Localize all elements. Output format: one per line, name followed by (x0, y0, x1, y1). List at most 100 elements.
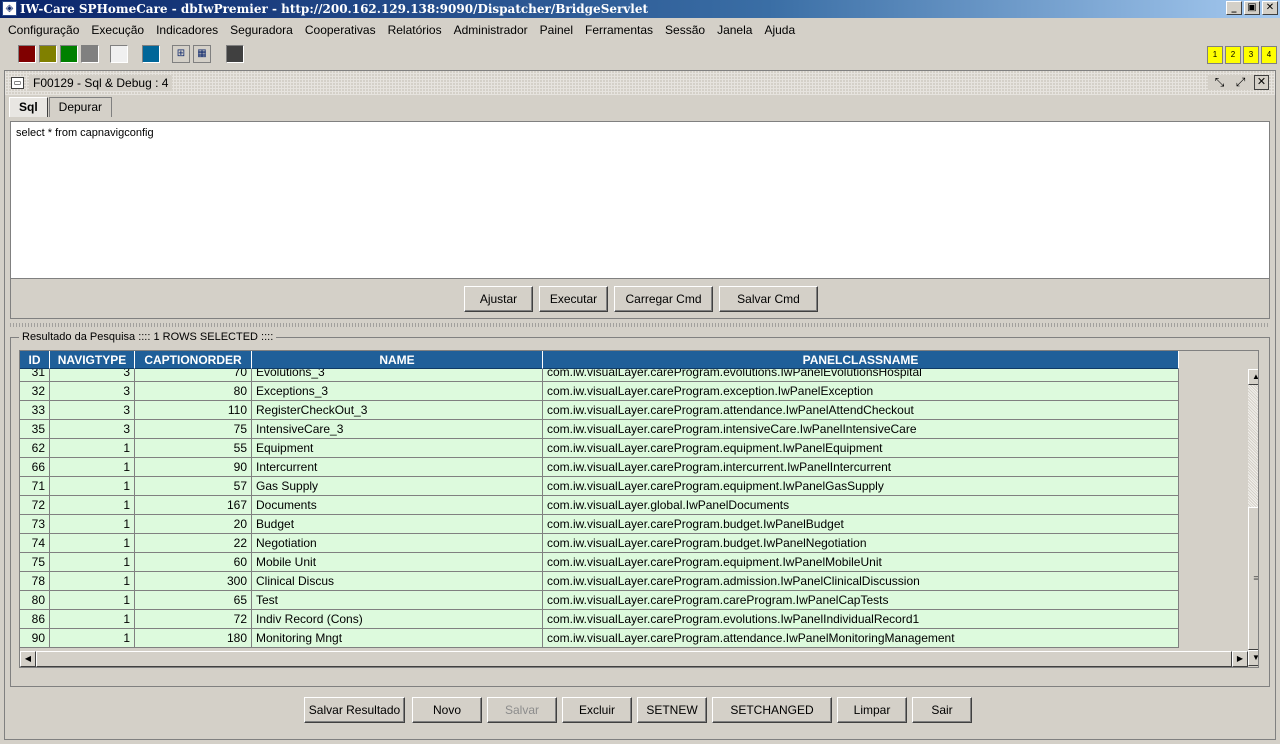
save-command-button[interactable]: Salvar Cmd (719, 286, 818, 312)
cell-captionorder[interactable]: 57 (135, 477, 252, 496)
frame-close-icon[interactable]: ✕ (1254, 75, 1269, 90)
cell-captionorder[interactable]: 180 (135, 629, 252, 648)
scroll-right-icon[interactable]: ▶ (1232, 651, 1248, 667)
menu-ferramentas[interactable]: Ferramentas (579, 19, 659, 41)
frame-maximize-icon[interactable]: ⤢ (1233, 75, 1248, 90)
menu-indicadores[interactable]: Indicadores (150, 19, 224, 41)
cell-captionorder[interactable]: 72 (135, 610, 252, 629)
cell-panelclassname[interactable]: com.iw.visualLayer.careProgram.careProgr… (543, 591, 1179, 610)
cell-name[interactable]: Monitoring Mngt (252, 629, 543, 648)
cell-navigtype[interactable]: 1 (50, 496, 135, 515)
cell-name[interactable]: RegisterCheckOut_3 (252, 401, 543, 420)
cell-panelclassname[interactable]: com.iw.visualLayer.global.IwPanelDocumen… (543, 496, 1179, 515)
exit-button[interactable]: Sair (912, 697, 972, 723)
cell-id[interactable]: 90 (20, 629, 50, 648)
cell-captionorder[interactable]: 300 (135, 572, 252, 591)
scroll-down-icon[interactable]: ▼ (1248, 650, 1258, 666)
cell-name[interactable]: Clinical Discus (252, 572, 543, 591)
table-row[interactable]: 71 1 57 Gas Supply com.iw.visualLayer.carePr… (20, 477, 1179, 496)
sql-editor[interactable]: select * from capnavigconfig (10, 121, 1270, 279)
window-number-2[interactable]: 2 (1225, 46, 1241, 64)
table-row[interactable]: 80 1 65 Test com.iw.visualLayer.careProgram.… (20, 591, 1179, 610)
cell-name[interactable]: Documents (252, 496, 543, 515)
column-header-id[interactable]: ID (20, 351, 50, 369)
table-row[interactable]: 33 3 110 RegisterCheckOut_3 com.iw.visualLay… (20, 401, 1179, 420)
setnew-button[interactable]: SETNEW (637, 697, 707, 723)
color-swatch-button[interactable] (60, 45, 78, 63)
load-command-button[interactable]: Carregar Cmd (614, 286, 713, 312)
cell-navigtype[interactable]: 1 (50, 629, 135, 648)
column-header-panelclassname[interactable]: PANELCLASSNAME (543, 351, 1179, 369)
cell-id[interactable]: 33 (20, 401, 50, 420)
cell-panelclassname[interactable]: com.iw.visualLayer.careProgram.evolution… (543, 610, 1179, 629)
cell-panelclassname[interactable]: com.iw.visualLayer.careProgram.equipment… (543, 553, 1179, 572)
cell-panelclassname[interactable]: com.iw.visualLayer.careProgram.budget.Iw… (543, 515, 1179, 534)
cell-panelclassname[interactable]: com.iw.visualLayer.careProgram.attendanc… (543, 401, 1179, 420)
grid-view-icon[interactable]: ▦ (193, 45, 211, 63)
execute-button[interactable]: Executar (539, 286, 608, 312)
cell-captionorder[interactable]: 167 (135, 496, 252, 515)
cell-navigtype[interactable]: 3 (50, 382, 135, 401)
cell-panelclassname[interactable]: com.iw.visualLayer.careProgram.admission… (543, 572, 1179, 591)
cell-panelclassname[interactable]: com.iw.visualLayer.careProgram.attendanc… (543, 629, 1179, 648)
cell-captionorder[interactable]: 20 (135, 515, 252, 534)
table-row[interactable]: 35 3 75 IntensiveCare_3 com.iw.visualLayer.c… (20, 420, 1179, 439)
menu-administrador[interactable]: Administrador (448, 19, 534, 41)
cell-id[interactable]: 74 (20, 534, 50, 553)
cell-navigtype[interactable]: 1 (50, 553, 135, 572)
cell-panelclassname[interactable]: com.iw.visualLayer.careProgram.evolution… (543, 369, 1179, 382)
cell-panelclassname[interactable]: com.iw.visualLayer.careProgram.equipment… (543, 477, 1179, 496)
cell-navigtype[interactable]: 1 (50, 610, 135, 629)
cell-name[interactable]: Gas Supply (252, 477, 543, 496)
menu-cooperativas[interactable]: Cooperativas (299, 19, 382, 41)
cell-name[interactable]: IntensiveCare_3 (252, 420, 543, 439)
splitter[interactable] (10, 323, 1270, 327)
clear-button[interactable]: Limpar (837, 697, 907, 723)
save-result-button[interactable]: Salvar Resultado (304, 697, 405, 723)
table-row[interactable]: 90 1 180 Monitoring Mngt com.iw.visualLayer.… (20, 629, 1179, 648)
cell-panelclassname[interactable]: com.iw.visualLayer.careProgram.budget.Iw… (543, 534, 1179, 553)
cell-navigtype[interactable]: 3 (50, 420, 135, 439)
cell-panelclassname[interactable]: com.iw.visualLayer.careProgram.equipment… (543, 439, 1179, 458)
cell-name[interactable]: Equipment (252, 439, 543, 458)
cell-id[interactable]: 32 (20, 382, 50, 401)
frame-restore-icon[interactable]: ⤡ (1212, 75, 1227, 90)
cell-id[interactable]: 31 (20, 369, 50, 382)
cell-navigtype[interactable]: 1 (50, 572, 135, 591)
window-number-4[interactable]: 4 (1261, 46, 1277, 64)
cell-id[interactable]: 71 (20, 477, 50, 496)
column-header-name[interactable]: NAME (252, 351, 543, 369)
maximize-button[interactable]: ▣ (1244, 1, 1260, 15)
delete-button[interactable]: Excluir (562, 697, 632, 723)
window-number-3[interactable]: 3 (1243, 46, 1259, 64)
cell-panelclassname[interactable]: com.iw.visualLayer.careProgram.exception… (543, 382, 1179, 401)
adjust-button[interactable]: Ajustar (464, 286, 533, 312)
table-row[interactable]: 32 3 80 Exceptions_3 com.iw.visualLayer.care… (20, 382, 1179, 401)
cell-id[interactable]: 72 (20, 496, 50, 515)
horizontal-scrollbar[interactable]: ◀ ▶ (20, 651, 1248, 667)
horizontal-scroll-thumb[interactable] (36, 651, 1232, 667)
cell-id[interactable]: 80 (20, 591, 50, 610)
menu-seguradora[interactable]: Seguradora (224, 19, 299, 41)
cell-navigtype[interactable]: 1 (50, 477, 135, 496)
cell-name[interactable]: Exceptions_3 (252, 382, 543, 401)
cell-captionorder[interactable]: 90 (135, 458, 252, 477)
cell-name[interactable]: Mobile Unit (252, 553, 543, 572)
cell-captionorder[interactable]: 110 (135, 401, 252, 420)
cell-id[interactable]: 35 (20, 420, 50, 439)
table-row[interactable]: 78 1 300 Clinical Discus com.iw.visualLayer.… (20, 572, 1179, 591)
cell-name[interactable]: Test (252, 591, 543, 610)
cell-id[interactable]: 62 (20, 439, 50, 458)
table-row[interactable]: 66 1 90 Intercurrent com.iw.visualLayer.care… (20, 458, 1179, 477)
color-swatch-button[interactable] (18, 45, 36, 63)
cell-navigtype[interactable]: 3 (50, 369, 135, 382)
menu-configuracao[interactable]: Configuração (2, 19, 85, 41)
cell-navigtype[interactable]: 1 (50, 515, 135, 534)
minimize-button[interactable]: _ (1226, 1, 1242, 15)
cell-panelclassname[interactable]: com.iw.visualLayer.careProgram.intercurr… (543, 458, 1179, 477)
column-header-captionorder[interactable]: CAPTIONORDER (135, 351, 252, 369)
cell-id[interactable]: 75 (20, 553, 50, 572)
table-row[interactable]: 74 1 22 Negotiation com.iw.visualLayer.careP… (20, 534, 1179, 553)
window-number-1[interactable]: 1 (1207, 46, 1223, 64)
setchanged-button[interactable]: SETCHANGED (712, 697, 832, 723)
